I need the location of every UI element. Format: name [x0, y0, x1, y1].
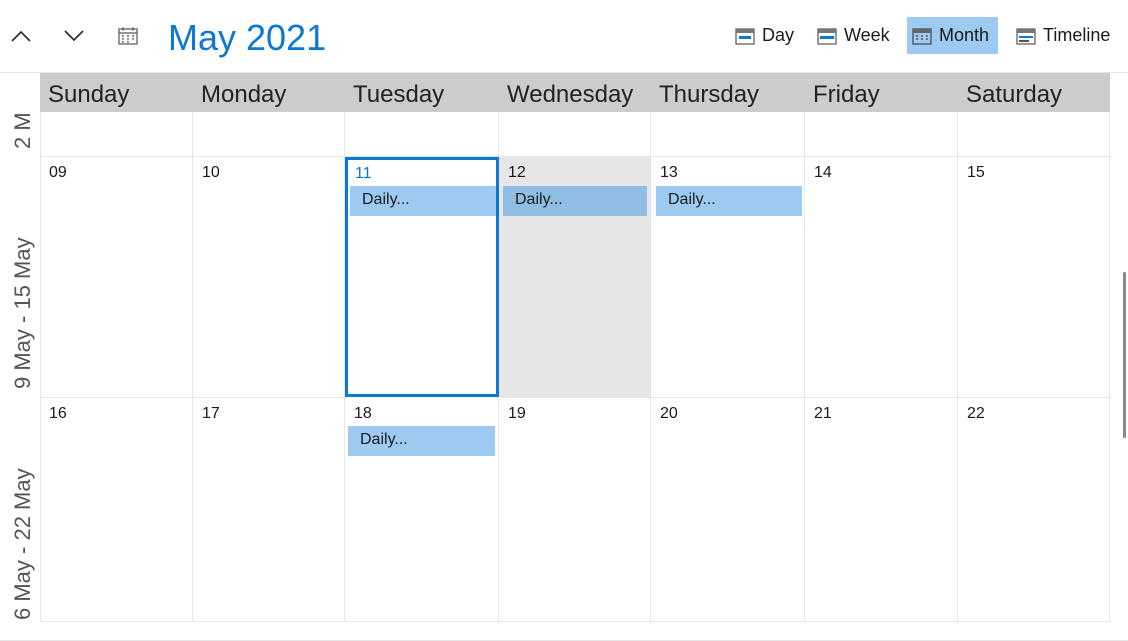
day-number: 18	[354, 405, 372, 422]
appointment[interactable]: Daily...	[350, 186, 496, 216]
day-number: 12	[508, 164, 526, 181]
month-view-label: Month	[939, 25, 990, 45]
day-cell[interactable]	[345, 112, 499, 157]
day-cell[interactable]	[805, 112, 958, 157]
appointment[interactable]: Daily...	[348, 426, 495, 456]
dow-friday: Friday	[813, 81, 880, 108]
previous-button[interactable]	[6, 22, 36, 50]
vertical-scrollbar[interactable]	[1123, 272, 1126, 438]
appointment[interactable]: Daily...	[656, 186, 802, 216]
day-view-label: Day	[762, 25, 795, 45]
day-cell[interactable]: 09	[40, 157, 193, 398]
day-cell[interactable]: 15	[958, 157, 1110, 398]
month-grid: Sunday Monday Tuesday Wednesday Thursday…	[0, 72, 1128, 633]
next-button[interactable]	[59, 22, 89, 50]
week-view-icon	[817, 27, 837, 45]
week-label: 6 May - 22 May	[10, 468, 35, 620]
day-cell[interactable]: 16	[40, 398, 193, 622]
scheduler-toolbar: May 2021 Day Week Month Timeline	[0, 0, 1128, 72]
week-view-button[interactable]: Week	[817, 17, 890, 54]
day-cell[interactable]: 20	[651, 398, 805, 622]
timeline-view-label: Timeline	[1043, 25, 1111, 45]
grid-divider	[40, 112, 41, 622]
days-of-week-header: Sunday Monday Tuesday Wednesday Thursday…	[40, 73, 1110, 112]
dow-tuesday: Tuesday	[353, 81, 445, 108]
week-view-label: Week	[844, 25, 890, 45]
month-title[interactable]: May 2021	[168, 14, 326, 62]
timeline-view-icon	[1016, 27, 1036, 45]
dow-wednesday: Wednesday	[507, 81, 634, 108]
day-number: 09	[49, 164, 67, 181]
month-view-button[interactable]: Month	[907, 17, 998, 54]
day-cell[interactable]	[193, 112, 345, 157]
chevron-up-icon	[11, 30, 31, 42]
day-view-button[interactable]: Day	[735, 17, 794, 54]
day-number: 11	[355, 165, 372, 182]
day-cell[interactable]	[958, 112, 1110, 157]
day-cell[interactable]: 19	[499, 398, 651, 622]
today-button[interactable]	[113, 22, 143, 50]
day-cell[interactable]	[499, 112, 651, 157]
dow-thursday: Thursday	[659, 81, 760, 108]
day-number: 21	[814, 405, 832, 422]
day-view-icon	[735, 27, 755, 45]
day-cell[interactable]: 22	[958, 398, 1110, 622]
day-number: 10	[202, 164, 220, 181]
day-number: 22	[967, 405, 985, 422]
day-number: 13	[660, 164, 678, 181]
day-cell[interactable]	[651, 112, 805, 157]
week-label: 9 May - 15 May	[10, 237, 35, 389]
dow-sunday: Sunday	[48, 81, 130, 108]
timeline-view-button[interactable]: Timeline	[1016, 17, 1110, 54]
day-number: 14	[814, 164, 832, 181]
month-view-icon	[912, 27, 932, 45]
dow-saturday: Saturday	[966, 81, 1063, 108]
day-cell[interactable]: 21	[805, 398, 958, 622]
appointment[interactable]: Daily...	[503, 186, 647, 216]
day-number: 15	[967, 164, 985, 181]
day-number: 16	[49, 405, 67, 422]
week-label: 2 M	[10, 112, 35, 149]
dow-monday: Monday	[201, 81, 287, 108]
calendar-icon	[118, 27, 138, 45]
day-cell[interactable]: 17	[193, 398, 345, 622]
day-number: 20	[660, 405, 678, 422]
day-cell[interactable]: 14	[805, 157, 958, 398]
day-cell[interactable]: 10	[193, 157, 345, 398]
day-number: 19	[508, 405, 526, 422]
day-cell[interactable]	[40, 112, 193, 157]
chevron-down-icon	[64, 30, 84, 42]
day-number: 17	[202, 405, 220, 422]
